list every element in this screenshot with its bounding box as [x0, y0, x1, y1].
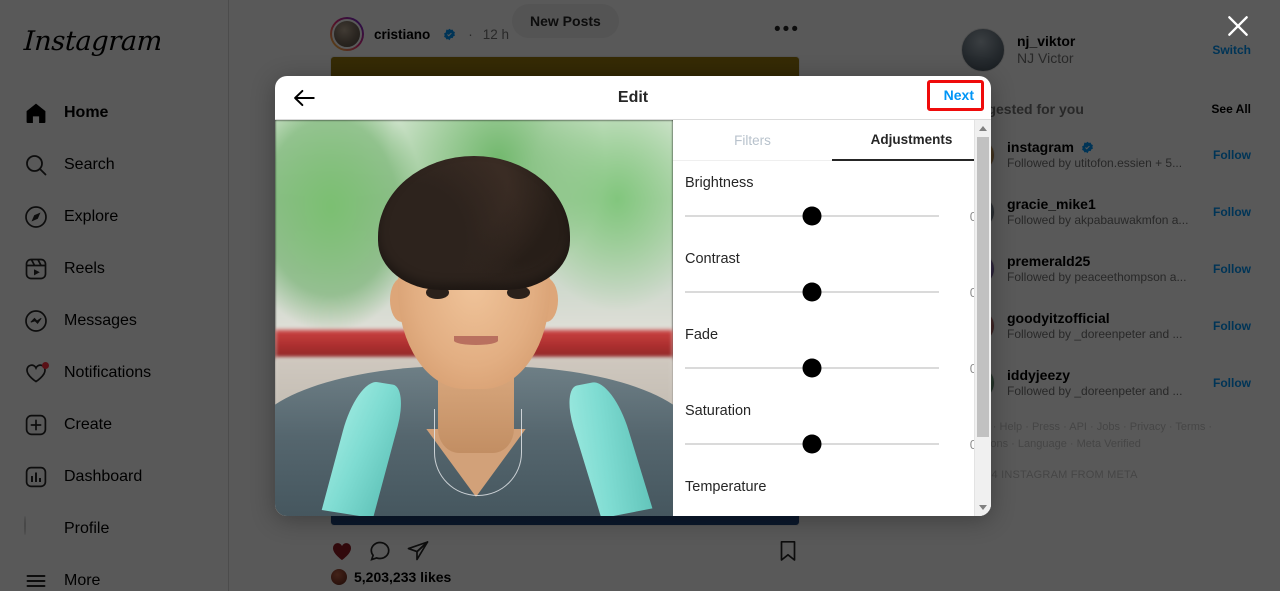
contrast-slider[interactable]	[685, 271, 939, 313]
adjustment-label: Saturation	[685, 403, 752, 419]
adjustment-contrast: Contrast 0	[685, 237, 977, 313]
slider-thumb[interactable]	[802, 206, 822, 226]
modal-title: Edit	[617, 88, 649, 106]
adjustment-brightness: Brightness 0	[685, 161, 977, 237]
next-button[interactable]: Next	[944, 87, 974, 103]
scroll-down-arrow-icon[interactable]	[975, 499, 991, 516]
adjustment-value: 0	[939, 437, 977, 452]
adjustment-control: 0	[685, 347, 977, 389]
brightness-slider[interactable]	[685, 195, 939, 237]
adjustment-value: 0	[939, 361, 977, 376]
adjustment-control: 0	[685, 423, 977, 465]
fade-slider[interactable]	[685, 347, 939, 389]
slider-thumb[interactable]	[802, 434, 822, 454]
slider-thumb[interactable]	[802, 358, 822, 378]
adjustment-label: Fade	[685, 327, 719, 343]
tab-adjustments[interactable]: Adjustments	[832, 120, 991, 161]
close-icon[interactable]	[1222, 10, 1254, 42]
edit-photo-modal: Edit Next Filters Adjustments Brightness…	[275, 76, 991, 516]
adjustment-fade: Fade 0	[685, 313, 977, 389]
adjustments-scrollbar[interactable]	[974, 120, 991, 516]
adjustment-value: 0	[939, 209, 977, 224]
adjustment-temperature: Temperature	[685, 465, 977, 495]
photo-preview[interactable]	[275, 120, 673, 516]
adjustment-label: Temperature	[685, 479, 767, 495]
scroll-up-arrow-icon[interactable]	[975, 120, 991, 137]
tab-filters[interactable]: Filters	[673, 120, 832, 161]
adjustments-panel: Filters Adjustments Brightness 0	[673, 120, 991, 516]
editor-tabs: Filters Adjustments	[673, 120, 991, 161]
adjustments-list: Brightness 0 Contrast	[673, 161, 991, 516]
adjustment-saturation: Saturation 0	[685, 389, 977, 465]
adjustment-control: 0	[685, 195, 977, 237]
scrollbar-thumb[interactable]	[977, 137, 989, 437]
saturation-slider[interactable]	[685, 423, 939, 465]
slider-thumb[interactable]	[802, 282, 822, 302]
adjustment-control: 0	[685, 271, 977, 313]
instagram-app: Instagram Home Search	[0, 0, 1280, 591]
adjustment-label: Contrast	[685, 251, 740, 267]
modal-body: Filters Adjustments Brightness 0	[275, 120, 991, 516]
adjustment-label: Brightness	[685, 175, 754, 191]
modal-header: Edit Next	[275, 76, 991, 120]
adjustment-value: 0	[939, 285, 977, 300]
